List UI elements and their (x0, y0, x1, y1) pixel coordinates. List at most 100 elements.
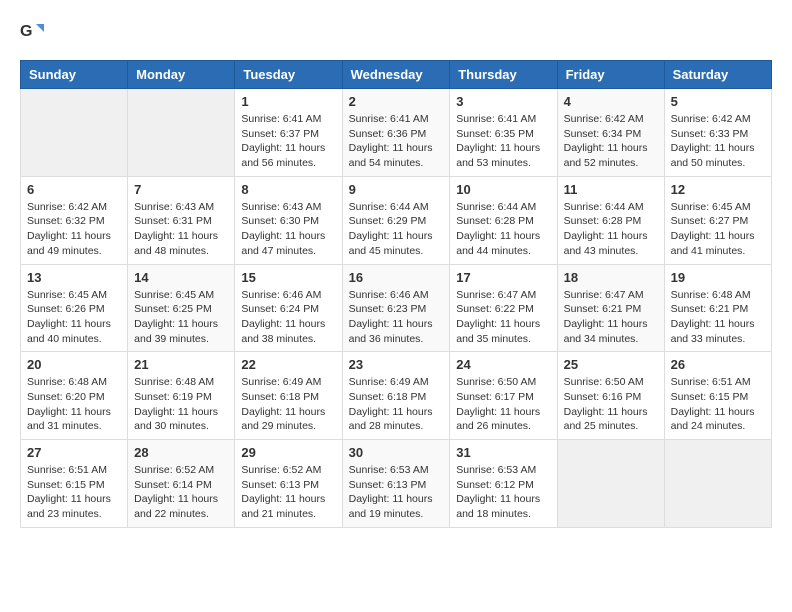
day-number: 24 (456, 357, 550, 372)
day-number: 31 (456, 445, 550, 460)
day-number: 25 (564, 357, 658, 372)
day-number: 2 (349, 94, 444, 109)
day-info: Sunrise: 6:47 AMSunset: 6:22 PMDaylight:… (456, 288, 550, 347)
day-number: 1 (241, 94, 335, 109)
day-of-week-header: Friday (557, 61, 664, 89)
calendar-cell: 14 Sunrise: 6:45 AMSunset: 6:25 PMDayligh… (128, 264, 235, 352)
day-info: Sunrise: 6:51 AMSunset: 6:15 PMDaylight:… (27, 463, 121, 522)
calendar-cell: 9Sunrise: 6:44 AMSunset: 6:29 PMDaylight… (342, 176, 450, 264)
day-number: 26 (671, 357, 765, 372)
calendar-cell: 4Sunrise: 6:42 AMSunset: 6:34 PMDaylight… (557, 89, 664, 177)
day-info: Sunrise: 6:53 AMSunset: 6:13 PMDaylight:… (349, 463, 444, 522)
calendar-cell: 30 Sunrise: 6:53 AMSunset: 6:13 PMDayligh… (342, 440, 450, 528)
day-number: 7 (134, 182, 228, 197)
day-number: 27 (27, 445, 121, 460)
day-number: 30 (349, 445, 444, 460)
calendar-cell: 29 Sunrise: 6:52 AMSunset: 6:13 PMDayligh… (235, 440, 342, 528)
day-info: Sunrise: 6:44 AMSunset: 6:28 PMDaylight:… (456, 200, 550, 259)
calendar-week-row: 1Sunrise: 6:41 AMSunset: 6:37 PMDaylight… (21, 89, 772, 177)
svg-text:G: G (20, 23, 32, 40)
day-info: Sunrise: 6:41 AMSunset: 6:35 PMDaylight:… (456, 112, 550, 171)
calendar-cell (664, 440, 771, 528)
day-number: 29 (241, 445, 335, 460)
day-number: 12 (671, 182, 765, 197)
calendar-cell: 27 Sunrise: 6:51 AMSunset: 6:15 PMDayligh… (21, 440, 128, 528)
day-info: Sunrise: 6:43 AMSunset: 6:30 PMDaylight:… (241, 200, 335, 259)
day-info: Sunrise: 6:52 AMSunset: 6:13 PMDaylight:… (241, 463, 335, 522)
day-info: Sunrise: 6:45 AMSunset: 6:26 PMDaylight:… (27, 288, 121, 347)
calendar-body: 1Sunrise: 6:41 AMSunset: 6:37 PMDaylight… (21, 89, 772, 528)
day-info: Sunrise: 6:51 AMSunset: 6:15 PMDaylight:… (671, 375, 765, 434)
day-info: Sunrise: 6:42 AMSunset: 6:33 PMDaylight:… (671, 112, 765, 171)
day-info: Sunrise: 6:49 AMSunset: 6:18 PMDaylight:… (349, 375, 444, 434)
day-of-week-header: Sunday (21, 61, 128, 89)
calendar-cell: 17 Sunrise: 6:47 AMSunset: 6:22 PMDayligh… (450, 264, 557, 352)
calendar-cell: 31 Sunrise: 6:53 AMSunset: 6:12 PMDayligh… (450, 440, 557, 528)
calendar-cell: 26 Sunrise: 6:51 AMSunset: 6:15 PMDayligh… (664, 352, 771, 440)
calendar-week-row: 6Sunrise: 6:42 AMSunset: 6:32 PMDaylight… (21, 176, 772, 264)
day-info: Sunrise: 6:47 AMSunset: 6:21 PMDaylight:… (564, 288, 658, 347)
calendar-cell: 22Sunrise: 6:49 AMSunset: 6:18 PMDayligh… (235, 352, 342, 440)
calendar-cell: 20Sunrise: 6:48 AMSunset: 6:20 PMDayligh… (21, 352, 128, 440)
day-number: 13 (27, 270, 121, 285)
day-number: 16 (349, 270, 444, 285)
day-number: 14 (134, 270, 228, 285)
calendar-cell: 16 Sunrise: 6:46 AMSunset: 6:23 PMDayligh… (342, 264, 450, 352)
day-info: Sunrise: 6:48 AMSunset: 6:19 PMDaylight:… (134, 375, 228, 434)
calendar-table: SundayMondayTuesdayWednesdayThursdayFrid… (20, 60, 772, 528)
day-info: Sunrise: 6:42 AMSunset: 6:32 PMDaylight:… (27, 200, 121, 259)
day-info: Sunrise: 6:46 AMSunset: 6:24 PMDaylight:… (241, 288, 335, 347)
day-info: Sunrise: 6:46 AMSunset: 6:23 PMDaylight:… (349, 288, 444, 347)
calendar-cell: 7 Sunrise: 6:43 AMSunset: 6:31 PMDaylight… (128, 176, 235, 264)
days-of-week-row: SundayMondayTuesdayWednesdayThursdayFrid… (21, 61, 772, 89)
day-number: 28 (134, 445, 228, 460)
calendar-cell: 6Sunrise: 6:42 AMSunset: 6:32 PMDaylight… (21, 176, 128, 264)
day-number: 20 (27, 357, 121, 372)
day-number: 10 (456, 182, 550, 197)
day-info: Sunrise: 6:45 AMSunset: 6:27 PMDaylight:… (671, 200, 765, 259)
day-number: 23 (349, 357, 444, 372)
calendar-cell: 23 Sunrise: 6:49 AMSunset: 6:18 PMDayligh… (342, 352, 450, 440)
calendar-week-row: 27 Sunrise: 6:51 AMSunset: 6:15 PMDayligh… (21, 440, 772, 528)
calendar-cell: 19Sunrise: 6:48 AMSunset: 6:21 PMDayligh… (664, 264, 771, 352)
day-info: Sunrise: 6:44 AMSunset: 6:28 PMDaylight:… (564, 200, 658, 259)
logo-icon: G (20, 20, 44, 44)
logo: G (20, 20, 48, 44)
calendar-cell: 8 Sunrise: 6:43 AMSunset: 6:30 PMDaylight… (235, 176, 342, 264)
day-info: Sunrise: 6:53 AMSunset: 6:12 PMDaylight:… (456, 463, 550, 522)
day-of-week-header: Tuesday (235, 61, 342, 89)
calendar-cell: 11 Sunrise: 6:44 AMSunset: 6:28 PMDayligh… (557, 176, 664, 264)
calendar-cell: 1Sunrise: 6:41 AMSunset: 6:37 PMDaylight… (235, 89, 342, 177)
day-info: Sunrise: 6:50 AMSunset: 6:16 PMDaylight:… (564, 375, 658, 434)
calendar-cell: 3 Sunrise: 6:41 AMSunset: 6:35 PMDaylight… (450, 89, 557, 177)
calendar-cell: 12 Sunrise: 6:45 AMSunset: 6:27 PMDayligh… (664, 176, 771, 264)
calendar-cell: 5Sunrise: 6:42 AMSunset: 6:33 PMDaylight… (664, 89, 771, 177)
calendar-header: SundayMondayTuesdayWednesdayThursdayFrid… (21, 61, 772, 89)
calendar-cell: 25 Sunrise: 6:50 AMSunset: 6:16 PMDayligh… (557, 352, 664, 440)
day-info: Sunrise: 6:43 AMSunset: 6:31 PMDaylight:… (134, 200, 228, 259)
calendar-week-row: 13 Sunrise: 6:45 AMSunset: 6:26 PMDayligh… (21, 264, 772, 352)
day-number: 4 (564, 94, 658, 109)
day-number: 8 (241, 182, 335, 197)
calendar-cell (128, 89, 235, 177)
day-info: Sunrise: 6:52 AMSunset: 6:14 PMDaylight:… (134, 463, 228, 522)
day-number: 9 (349, 182, 444, 197)
calendar-cell: 2 Sunrise: 6:41 AMSunset: 6:36 PMDaylight… (342, 89, 450, 177)
day-of-week-header: Thursday (450, 61, 557, 89)
day-of-week-header: Wednesday (342, 61, 450, 89)
day-info: Sunrise: 6:50 AMSunset: 6:17 PMDaylight:… (456, 375, 550, 434)
page-header: G (20, 20, 772, 44)
calendar-cell: 28 Sunrise: 6:52 AMSunset: 6:14 PMDayligh… (128, 440, 235, 528)
day-of-week-header: Monday (128, 61, 235, 89)
day-number: 11 (564, 182, 658, 197)
day-number: 3 (456, 94, 550, 109)
day-number: 17 (456, 270, 550, 285)
day-info: Sunrise: 6:49 AMSunset: 6:18 PMDaylight:… (241, 375, 335, 434)
day-info: Sunrise: 6:41 AMSunset: 6:36 PMDaylight:… (349, 112, 444, 171)
calendar-cell: 21Sunrise: 6:48 AMSunset: 6:19 PMDayligh… (128, 352, 235, 440)
day-number: 19 (671, 270, 765, 285)
calendar-cell (21, 89, 128, 177)
calendar-cell (557, 440, 664, 528)
day-info: Sunrise: 6:45 AMSunset: 6:25 PMDaylight:… (134, 288, 228, 347)
calendar-cell: 24 Sunrise: 6:50 AMSunset: 6:17 PMDayligh… (450, 352, 557, 440)
